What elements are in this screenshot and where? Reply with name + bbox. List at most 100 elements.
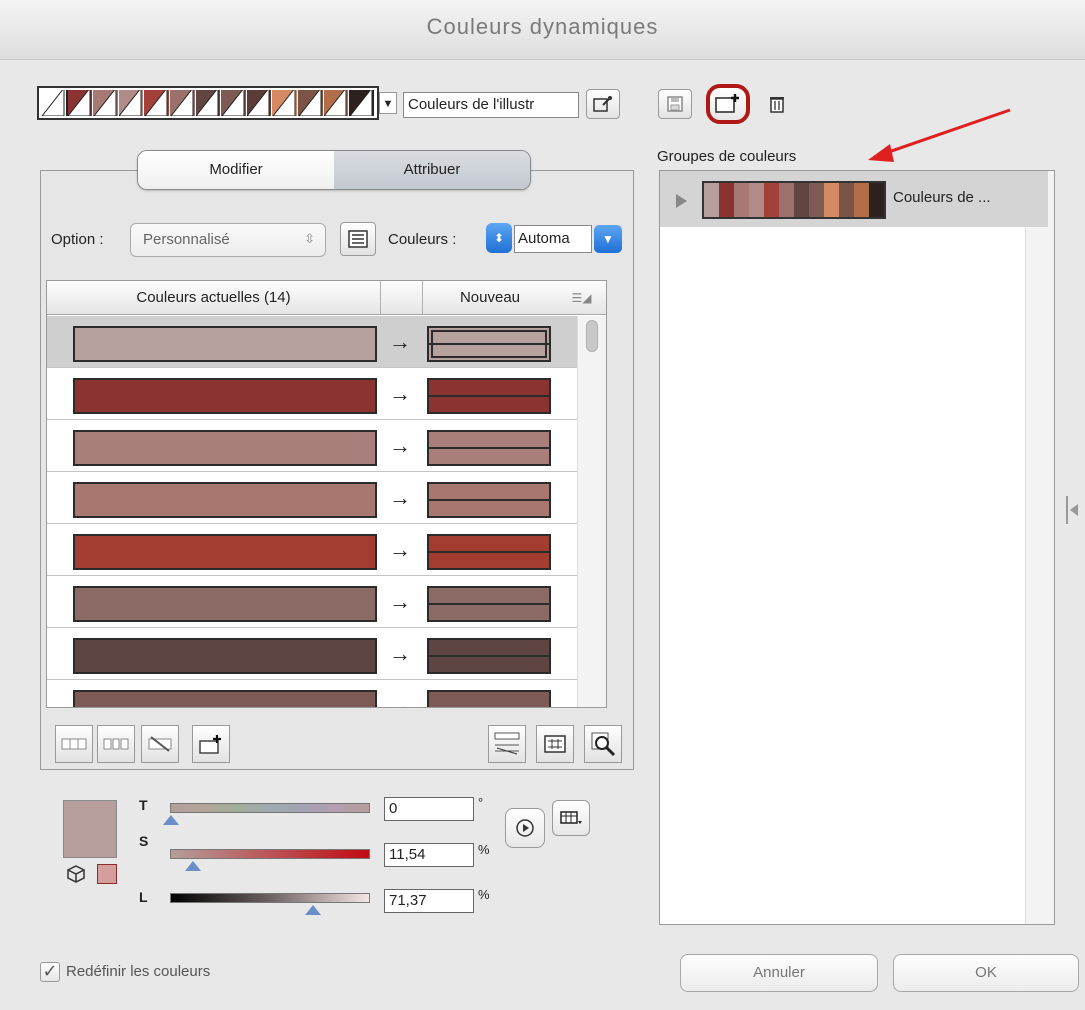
new-color-swatch[interactable] — [427, 430, 551, 466]
save-group-button[interactable] — [658, 89, 692, 119]
strip-swatch[interactable] — [144, 90, 171, 116]
table-row[interactable]: → — [47, 316, 577, 368]
table-row[interactable]: → — [47, 524, 577, 576]
new-color-swatch[interactable] — [427, 482, 551, 518]
mapping-arrow-icon[interactable]: → — [389, 641, 411, 667]
hue-slider[interactable] — [170, 803, 370, 813]
find-color-button[interactable] — [584, 725, 622, 763]
table-row[interactable]: → — [47, 628, 577, 680]
new-color-swatch[interactable] — [427, 326, 551, 362]
merge-colors-button[interactable] — [55, 725, 93, 763]
get-colors-button[interactable] — [586, 89, 620, 119]
strip-swatch[interactable] — [221, 90, 247, 116]
mapping-arrow-icon[interactable]: → — [389, 589, 411, 615]
header-arrow-column — [381, 281, 423, 315]
color-list-toggle-button[interactable] — [340, 222, 376, 256]
hue-label: T — [139, 797, 148, 813]
table-row[interactable]: → — [47, 368, 577, 420]
mapping-arrow-icon[interactable]: → — [389, 433, 411, 459]
option-select[interactable]: Personnalisé ⇳ — [130, 223, 326, 257]
exclude-icon — [148, 736, 172, 752]
tab-assign[interactable]: Attribuer — [334, 151, 530, 189]
ok-button[interactable]: OK — [893, 954, 1079, 992]
current-color-swatch[interactable] — [73, 586, 377, 622]
scrollbar-thumb[interactable] — [586, 320, 598, 352]
mapping-arrow-icon[interactable]: → — [389, 329, 411, 355]
colors-stepper[interactable]: ⬍ — [486, 223, 512, 253]
strip-swatch[interactable] — [93, 90, 119, 116]
current-color-swatch[interactable] — [73, 482, 377, 518]
luminosity-slider-thumb[interactable] — [305, 905, 321, 915]
saturation-slider-thumb[interactable] — [185, 861, 201, 871]
exclude-colors-button[interactable] — [141, 725, 179, 763]
current-color-swatch[interactable] — [73, 638, 377, 674]
current-color-swatch[interactable] — [73, 326, 377, 362]
saturation-slider[interactable] — [170, 849, 370, 859]
groups-scrollbar[interactable] — [1025, 171, 1054, 924]
header-current-colors[interactable]: Couleurs actuelles (14) — [47, 281, 381, 315]
3d-cube-icon[interactable] — [66, 864, 86, 884]
table-scrollbar[interactable] — [577, 316, 606, 707]
out-of-gamut-swatch[interactable] — [97, 864, 117, 884]
new-color-group-button[interactable] — [706, 84, 750, 124]
strip-swatch[interactable] — [349, 90, 375, 116]
strip-swatch[interactable] — [272, 90, 299, 116]
strip-dropdown-button[interactable]: ▼ — [379, 92, 397, 114]
selected-color-swatch[interactable] — [63, 800, 117, 858]
new-folder-icon — [715, 94, 739, 113]
header-new[interactable]: Nouveau — [423, 281, 557, 315]
random-order-button[interactable] — [488, 725, 526, 763]
table-row[interactable]: → — [47, 576, 577, 628]
mapping-arrow-icon[interactable]: → — [389, 693, 411, 707]
color-strip[interactable] — [37, 86, 379, 120]
color-groups-label: Groupes de couleurs — [657, 148, 797, 165]
mapping-arrow-icon[interactable]: → — [389, 485, 411, 511]
strip-swatch[interactable] — [298, 90, 324, 116]
randomize-saturation-button[interactable] — [536, 725, 574, 763]
disclosure-triangle-icon[interactable] — [676, 194, 687, 208]
colors-count-label: Couleurs : — [388, 231, 457, 248]
new-row-icon — [199, 735, 221, 754]
delete-group-button[interactable] — [760, 89, 794, 119]
saturation-value-field[interactable]: 11,54 — [384, 843, 474, 867]
new-color-swatch[interactable] — [427, 534, 551, 570]
cancel-button[interactable]: Annuler — [680, 954, 878, 992]
luminosity-value-field[interactable]: 71,37 — [384, 889, 474, 913]
tab-modify[interactable]: Modifier — [138, 151, 334, 189]
colors-count-field[interactable]: Automa — [514, 225, 592, 253]
strip-swatch[interactable] — [41, 90, 68, 116]
strip-swatch[interactable] — [118, 90, 145, 116]
current-color-swatch[interactable] — [73, 690, 377, 707]
current-color-swatch[interactable] — [73, 378, 377, 414]
new-color-swatch[interactable] — [427, 378, 551, 414]
current-color-swatch[interactable] — [73, 534, 377, 570]
table-row[interactable]: → — [47, 420, 577, 472]
strip-swatch[interactable] — [246, 90, 273, 116]
strip-swatch[interactable] — [170, 90, 196, 116]
colors-dropdown-button[interactable]: ▼ — [594, 225, 622, 253]
saturation-icon — [544, 735, 566, 753]
new-color-swatch[interactable] — [427, 586, 551, 622]
strip-swatch[interactable] — [323, 90, 350, 116]
current-color-swatch[interactable] — [73, 430, 377, 466]
color-mode-button[interactable] — [505, 808, 545, 848]
new-color-swatch[interactable] — [427, 638, 551, 674]
hue-slider-thumb[interactable] — [163, 815, 179, 825]
redefine-colors-checkbox[interactable]: ✓ — [40, 962, 60, 982]
mapping-arrow-icon[interactable]: → — [389, 381, 411, 407]
separate-colors-button[interactable] — [97, 725, 135, 763]
group-name-field[interactable]: Couleurs de l'illustr — [403, 92, 579, 118]
mapping-arrow-icon[interactable]: → — [389, 537, 411, 563]
table-row[interactable]: → — [47, 680, 577, 707]
luminosity-slider[interactable] — [170, 893, 370, 903]
color-library-button[interactable] — [552, 800, 590, 836]
hue-value-field[interactable]: 0 — [384, 797, 474, 821]
strip-swatch[interactable] — [67, 90, 94, 116]
collapse-panel-handle[interactable] — [1066, 496, 1080, 524]
new-color-swatch[interactable] — [427, 690, 551, 707]
column-menu-icon[interactable]: ☰◢ — [557, 281, 606, 315]
color-group-swatches[interactable] — [702, 181, 886, 219]
strip-swatch[interactable] — [195, 90, 222, 116]
table-row[interactable]: → — [47, 472, 577, 524]
new-row-button[interactable] — [192, 725, 230, 763]
